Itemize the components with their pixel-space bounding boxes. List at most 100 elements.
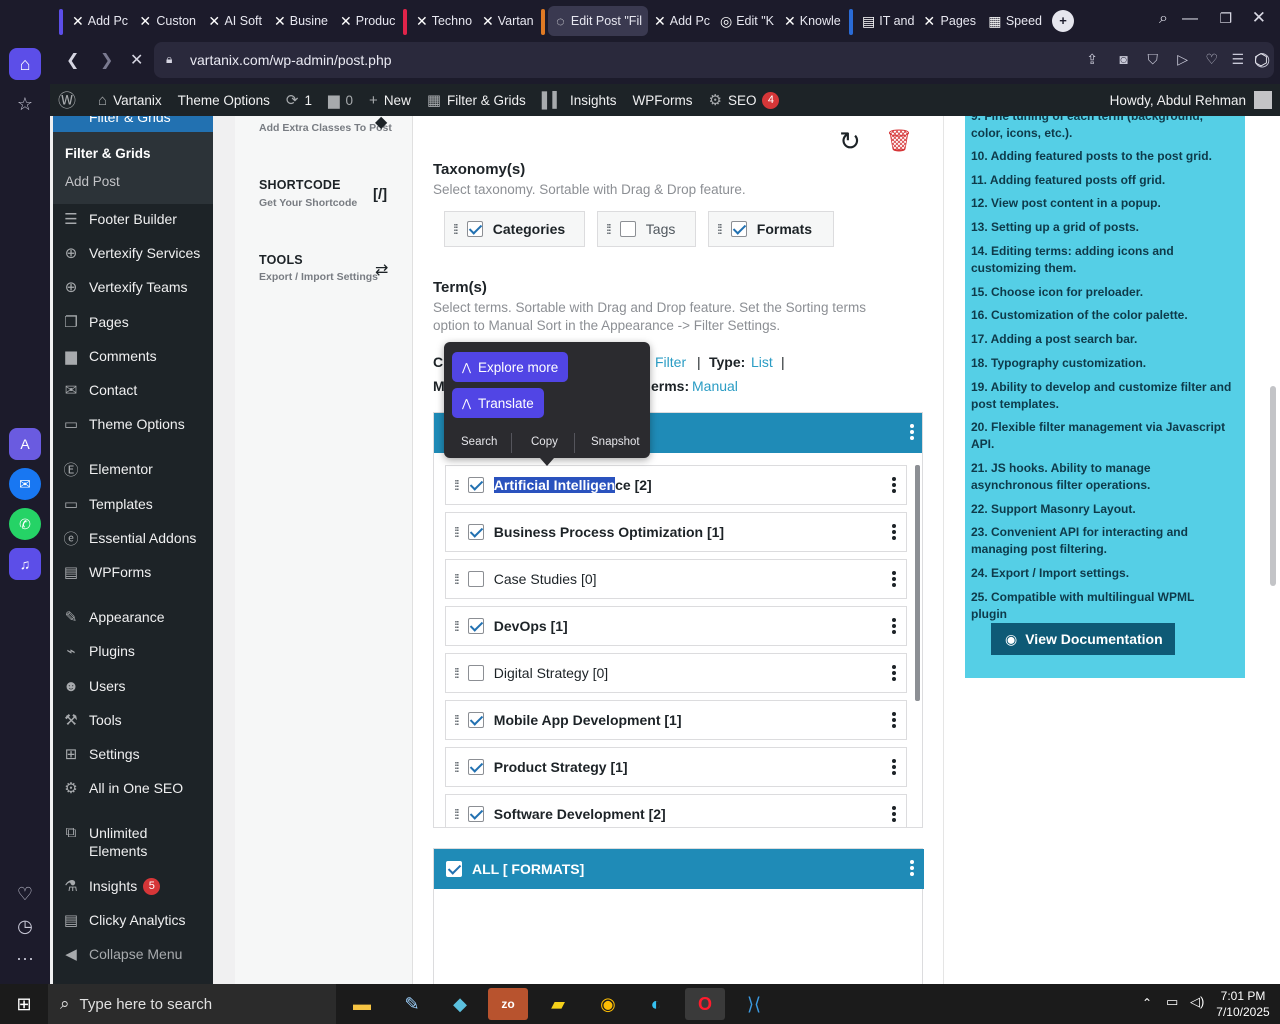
popup-search-button[interactable]: Search bbox=[461, 436, 497, 448]
formats-checkbox[interactable] bbox=[730, 221, 747, 237]
term-row[interactable]: ⁞⁞ Business Process Optimization [1] bbox=[445, 512, 907, 552]
tab[interactable]: ✕ Busine bbox=[268, 6, 334, 36]
admin-bar-filter-grids[interactable]: ▦ Filter & Grids bbox=[419, 84, 534, 116]
page-scrollbar[interactable] bbox=[1270, 386, 1276, 586]
trash-icon[interactable]: 🗑︎ bbox=[885, 128, 913, 154]
more-icon[interactable] bbox=[910, 860, 914, 876]
nav-shortcode[interactable]: SHORTCODE bbox=[259, 178, 341, 192]
formats-all-checkbox[interactable] bbox=[446, 861, 462, 877]
view-documentation-button[interactable]: ◉ View Documentation bbox=[991, 623, 1175, 655]
windows-start-icon[interactable]: ⊞ bbox=[4, 988, 44, 1020]
sidebar-item-plugins[interactable]: ⌁ Plugins bbox=[53, 634, 213, 668]
more-icon[interactable] bbox=[892, 571, 896, 587]
sidebar-item-vertexify-services[interactable]: ⊕ Vertexify Services bbox=[53, 236, 213, 270]
tab[interactable]: ✕ AI Soft bbox=[202, 6, 268, 36]
term-row[interactable]: ⁞⁞ Product Strategy [1] bbox=[445, 747, 907, 787]
heart-icon[interactable]: ♡ bbox=[1205, 51, 1218, 68]
home-icon[interactable]: ⌂ bbox=[9, 48, 41, 80]
sidebar-item-comments[interactable]: ▆ Comments bbox=[53, 339, 213, 373]
sidebar-item-filter-grids-active[interactable]: Filter & Grids bbox=[53, 116, 213, 132]
term-row[interactable]: ⁞⁞ DevOps [1] bbox=[445, 606, 907, 646]
camera-icon[interactable]: ◙ bbox=[1120, 51, 1128, 67]
sidebar-item-unlimited-elements[interactable]: ⧉ Unlimited Elements bbox=[53, 816, 213, 864]
sidebar-item-collapse-menu[interactable]: ◀ Collapse Menu bbox=[53, 937, 213, 971]
drag-handle-icon[interactable]: ⁞⁞ bbox=[454, 759, 460, 775]
term-row[interactable]: ⁞⁞ Digital Strategy [0] bbox=[445, 653, 907, 693]
sidebar-item-vertexify-teams[interactable]: ⊕ Vertexify Teams bbox=[53, 270, 213, 304]
tab[interactable]: ▦ Speed bbox=[982, 6, 1048, 36]
opera-taskbar-icon[interactable]: O bbox=[685, 988, 725, 1020]
tray-chevron-icon[interactable]: ⌃ bbox=[1142, 996, 1152, 1010]
taxonomy-tags[interactable]: ⁞⁞ Tags bbox=[597, 211, 696, 247]
clock[interactable]: 7:01 PM 7/10/2025 bbox=[1212, 988, 1274, 1020]
tab[interactable]: ✕ Vartan bbox=[476, 6, 538, 36]
translate-button[interactable]: ⋀ Translate bbox=[452, 388, 544, 418]
more-icon[interactable] bbox=[892, 665, 896, 681]
heart-icon[interactable]: ♡ bbox=[9, 878, 41, 910]
tab[interactable]: ▤ IT and bbox=[856, 6, 916, 36]
term-checkbox[interactable] bbox=[467, 665, 484, 681]
drag-handle-icon[interactable]: ⁞⁞ bbox=[717, 221, 723, 237]
more-icon[interactable] bbox=[892, 806, 896, 822]
file-explorer-icon[interactable]: ▬ bbox=[342, 988, 382, 1020]
url-text[interactable]: vartanix.com/wp-admin/post.php bbox=[190, 52, 392, 68]
chrome-icon[interactable]: ◉ bbox=[588, 988, 628, 1020]
formats-bar[interactable]: ALL [ FORMATS] bbox=[434, 849, 924, 889]
term-checkbox[interactable] bbox=[467, 712, 484, 728]
popup-snapshot-button[interactable]: Snapshot bbox=[591, 436, 640, 448]
extra-classes-label[interactable]: Add Extra Classes To Post bbox=[259, 122, 392, 134]
sidebar-item-tools[interactable]: ⚒ Tools bbox=[53, 703, 213, 737]
sidebar-item-wpforms[interactable]: ▤ WPForms bbox=[53, 555, 213, 589]
more-icon[interactable] bbox=[892, 759, 896, 775]
taxonomy-formats[interactable]: ⁞⁞ Formats bbox=[708, 211, 834, 247]
submenu-item-filter-grids[interactable]: Filter & Grids bbox=[65, 146, 151, 161]
more-icon[interactable]: ··· bbox=[9, 942, 41, 974]
term-checkbox[interactable] bbox=[467, 806, 484, 822]
aria-icon[interactable]: A bbox=[9, 428, 41, 460]
taxonomy-categories[interactable]: ⁞⁞ Categories bbox=[444, 211, 585, 247]
drag-handle-icon[interactable]: ⁞⁞ bbox=[454, 618, 460, 634]
term-row[interactable]: ⁞⁞ Artificial Intelligence [2] bbox=[445, 465, 907, 505]
music-icon[interactable]: ♫ bbox=[9, 548, 41, 580]
term-checkbox[interactable] bbox=[467, 477, 484, 493]
stop-loading-icon[interactable]: ✕ bbox=[130, 50, 143, 70]
admin-bar-comments[interactable]: ▆ 0 bbox=[320, 84, 361, 116]
drag-handle-icon[interactable]: ⁞⁞ bbox=[454, 712, 460, 728]
taskbar-search[interactable]: ⌕ Type here to search bbox=[48, 984, 336, 1024]
sidebar-item-contact[interactable]: ✉ Contact bbox=[53, 373, 213, 407]
drag-handle-icon[interactable]: ⁞⁞ bbox=[453, 221, 459, 237]
paint-icon[interactable]: ✎ bbox=[392, 988, 432, 1020]
vscode-icon[interactable]: ⟩⟨ bbox=[734, 988, 774, 1020]
more-icon[interactable] bbox=[892, 618, 896, 634]
tab[interactable]: ◎ Edit "K bbox=[714, 6, 778, 36]
term-row[interactable]: ⁞⁞ Mobile App Development [1] bbox=[445, 700, 907, 740]
sidebar-item-insights[interactable]: ⚗ Insights 5 bbox=[53, 869, 213, 903]
term-checkbox[interactable] bbox=[467, 618, 484, 634]
sidebar-item-essential-addons[interactable]: ⓔ Essential Addons bbox=[53, 521, 213, 555]
restore-icon[interactable]: ❐ bbox=[1219, 10, 1232, 27]
tab[interactable]: ✕ Add Pc bbox=[648, 6, 714, 36]
forward-icon[interactable]: ❯ bbox=[100, 50, 113, 70]
tab[interactable]: ✕ Custon bbox=[132, 6, 202, 36]
admin-bar-wpforms[interactable]: WPForms bbox=[624, 84, 700, 116]
sidebar-item-appearance[interactable]: ✎ Appearance bbox=[53, 600, 213, 634]
more-icon[interactable] bbox=[892, 712, 896, 728]
tab-active[interactable]: ◌ Edit Post "Fil bbox=[548, 6, 648, 36]
shield-icon[interactable]: ⛉ bbox=[1148, 51, 1159, 68]
sidebar-item-pages[interactable]: ❐ Pages bbox=[53, 305, 213, 339]
meta-filter-link[interactable]: Filter bbox=[655, 354, 686, 370]
categories-checkbox[interactable] bbox=[466, 221, 483, 237]
new-tab-icon[interactable]: + bbox=[1052, 10, 1074, 32]
back-icon[interactable]: ❮ bbox=[66, 50, 79, 70]
more-icon[interactable] bbox=[892, 477, 896, 493]
admin-bar-theme-options[interactable]: Theme Options bbox=[170, 84, 278, 116]
submenu-item-add-post[interactable]: Add Post bbox=[65, 174, 120, 189]
drag-handle-icon[interactable]: ⁞⁞ bbox=[454, 665, 460, 681]
minimize-icon[interactable]: — bbox=[1182, 10, 1198, 28]
drag-handle-icon[interactable]: ⁞⁞ bbox=[454, 524, 460, 540]
admin-bar-site[interactable]: ⌂ Vartanix bbox=[90, 84, 170, 116]
drag-handle-icon[interactable]: ⁞⁞ bbox=[606, 221, 612, 237]
admin-bar-updates[interactable]: ⟳ 1 bbox=[278, 84, 320, 116]
history-icon[interactable]: ◷ bbox=[9, 910, 41, 942]
drag-handle-icon[interactable]: ⁞⁞ bbox=[454, 806, 460, 822]
